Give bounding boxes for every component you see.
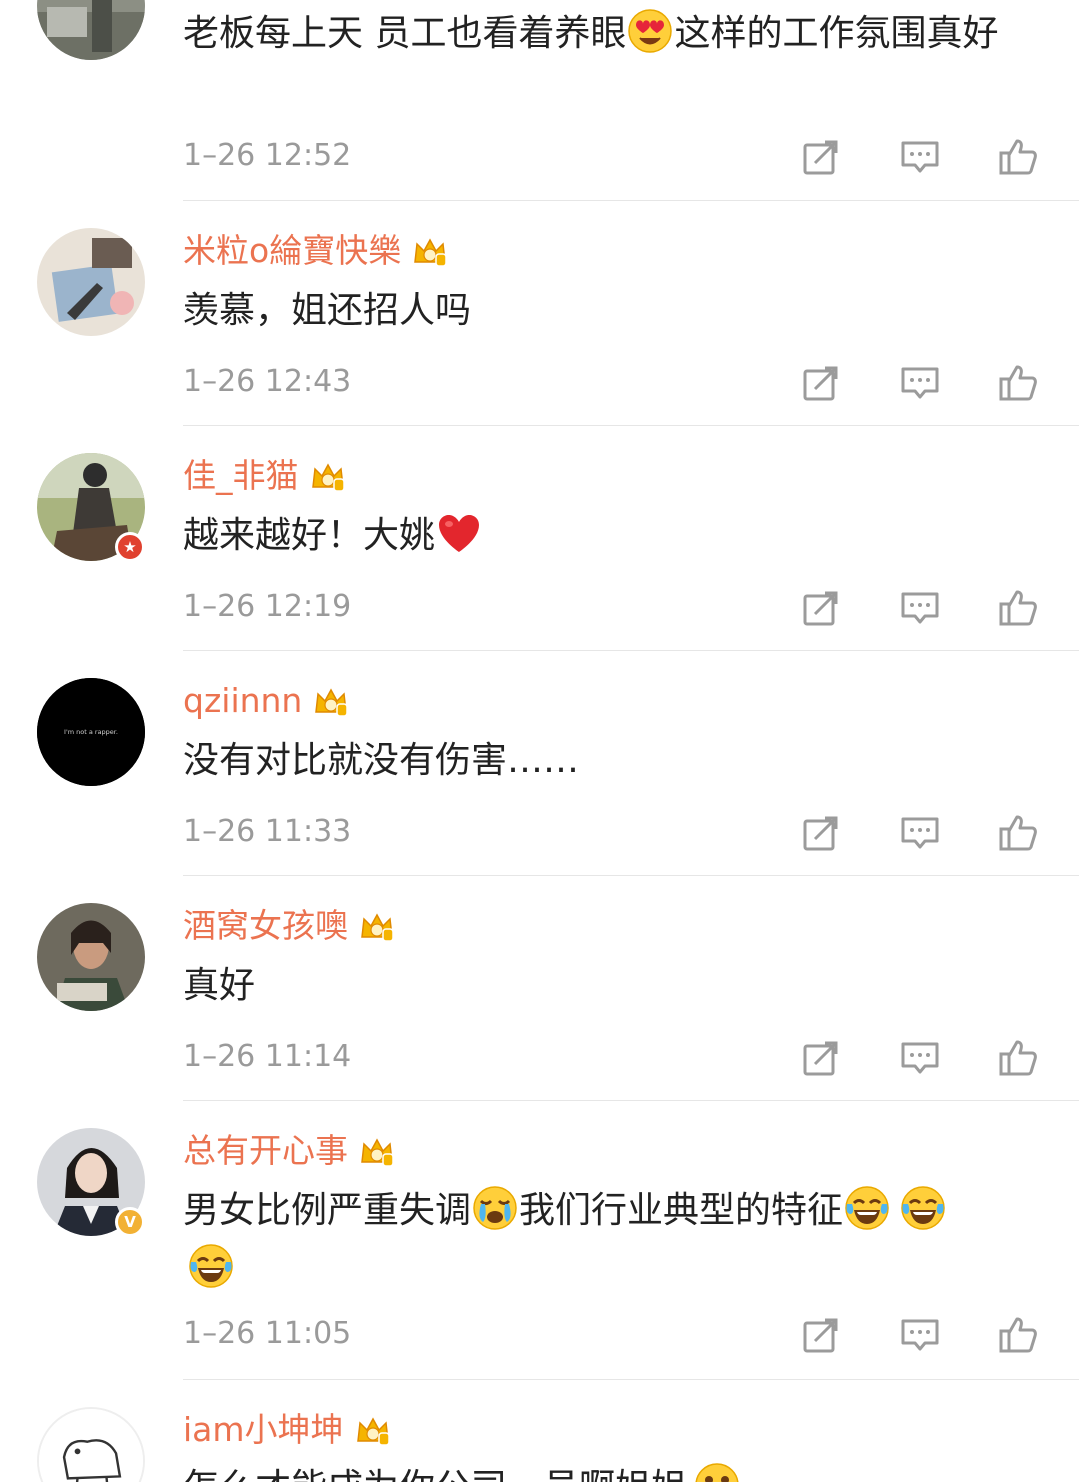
avatar-caption: I'm not a rapper. [64, 728, 118, 736]
forward-button[interactable] [801, 1038, 841, 1078]
comment-item: I'm not a rapper. qziinnn 没有对比就没有伤害…… 1–… [0, 651, 1079, 876]
comment-item: ★ 佳_非猫 越来越好！大姚 1–26 12:19 [0, 426, 1079, 651]
crown-icon [358, 1134, 396, 1168]
comment-icon [900, 588, 940, 628]
reply-button[interactable] [900, 1315, 940, 1355]
avatar[interactable]: I'm not a rapper. [37, 678, 145, 786]
forward-button[interactable] [801, 137, 841, 177]
shocked-emoji [693, 1461, 741, 1482]
comment-timestamp: 1–26 11:33 [183, 814, 352, 849]
like-button[interactable] [998, 1315, 1038, 1355]
like-icon [998, 813, 1038, 853]
reply-button[interactable] [900, 137, 940, 177]
reply-button[interactable] [900, 1038, 940, 1078]
reply-button[interactable] [900, 363, 940, 403]
like-icon [998, 588, 1038, 628]
like-button[interactable] [998, 363, 1038, 403]
crown-icon [411, 234, 449, 268]
red-star-badge: ★ [115, 532, 145, 562]
comment-text: 羡慕，姐还招人吗 [183, 290, 472, 331]
like-button[interactable] [998, 588, 1038, 628]
comment-timestamp: 1–26 11:05 [183, 1316, 352, 1351]
username[interactable]: 佳_非猫 [183, 456, 347, 496]
comment-item: iam小坤坤 怎么才能成为你公司一员啊姐姐 [0, 1380, 1079, 1482]
comment-icon [900, 1038, 940, 1078]
comment-icon [900, 1315, 940, 1355]
comment-text: 男女比例严重失调 我们行业典型的特征 [183, 1182, 1043, 1298]
comment-timestamp: 1–26 12:52 [183, 138, 352, 173]
comment-timestamp: 1–26 12:43 [183, 364, 352, 399]
username[interactable]: 酒窝女孩噢 [183, 906, 396, 946]
like-button[interactable] [998, 813, 1038, 853]
crying-emoji [471, 1184, 519, 1232]
avatar[interactable] [37, 228, 145, 336]
comment-text: 没有对比就没有伤害…… [183, 740, 580, 781]
comment-timestamp: 1–26 12:19 [183, 589, 352, 624]
comment-icon [900, 813, 940, 853]
laugh-cry-emoji [899, 1184, 947, 1232]
laugh-cry-emoji [843, 1184, 891, 1232]
forward-icon [801, 588, 841, 628]
comment-item: 老板每上天 员工也看着养眼 这样的工作氛围真好 1–26 12:52 [0, 0, 1079, 201]
avatar[interactable] [37, 1407, 145, 1482]
reply-button[interactable] [900, 813, 940, 853]
yellow-v-badge: V [115, 1207, 145, 1237]
comment-text: 怎么才能成为你公司一员啊姐姐 [183, 1459, 1043, 1482]
comment-timestamp: 1–26 11:14 [183, 1039, 352, 1074]
comment-icon [900, 363, 940, 403]
forward-button[interactable] [801, 813, 841, 853]
forward-icon [801, 1038, 841, 1078]
forward-icon [801, 363, 841, 403]
like-icon [998, 1038, 1038, 1078]
forward-icon [801, 813, 841, 853]
reply-button[interactable] [900, 588, 940, 628]
like-button[interactable] [998, 1038, 1038, 1078]
comment-text: 越来越好！大姚 [183, 507, 1043, 565]
crown-icon [358, 909, 396, 943]
username[interactable]: qziinnn [183, 681, 350, 721]
like-icon [998, 1315, 1038, 1355]
like-button[interactable] [998, 137, 1038, 177]
forward-button[interactable] [801, 363, 841, 403]
username[interactable]: 米粒o綸寶快樂 [183, 231, 449, 271]
laugh-cry-emoji [187, 1242, 235, 1290]
comment-item: V 总有开心事 男女比例严重失调 我们行业典型的特征 1–26 11:05 [0, 1101, 1079, 1380]
heart-eyes-emoji [626, 7, 674, 55]
comment-text: 真好 [183, 965, 256, 1006]
like-icon [998, 363, 1038, 403]
like-icon [998, 137, 1038, 177]
forward-button[interactable] [801, 588, 841, 628]
crown-icon [354, 1413, 392, 1447]
red-heart-emoji [435, 509, 483, 557]
username[interactable]: 总有开心事 [183, 1131, 396, 1171]
crown-icon [309, 459, 347, 493]
forward-icon [801, 1315, 841, 1355]
comment-item: 米粒o綸寶快樂 羡慕，姐还招人吗 1–26 12:43 [0, 201, 1079, 426]
forward-button[interactable] [801, 1315, 841, 1355]
username[interactable]: iam小坤坤 [183, 1410, 392, 1450]
avatar[interactable] [37, 903, 145, 1011]
forward-icon [801, 137, 841, 177]
comment-item: 酒窝女孩噢 真好 1–26 11:14 [0, 876, 1079, 1101]
comment-icon [900, 137, 940, 177]
crown-icon [312, 684, 350, 718]
avatar[interactable] [37, 0, 145, 60]
comment-text: 老板每上天 员工也看着养眼 这样的工作氛围真好 [183, 5, 1043, 63]
